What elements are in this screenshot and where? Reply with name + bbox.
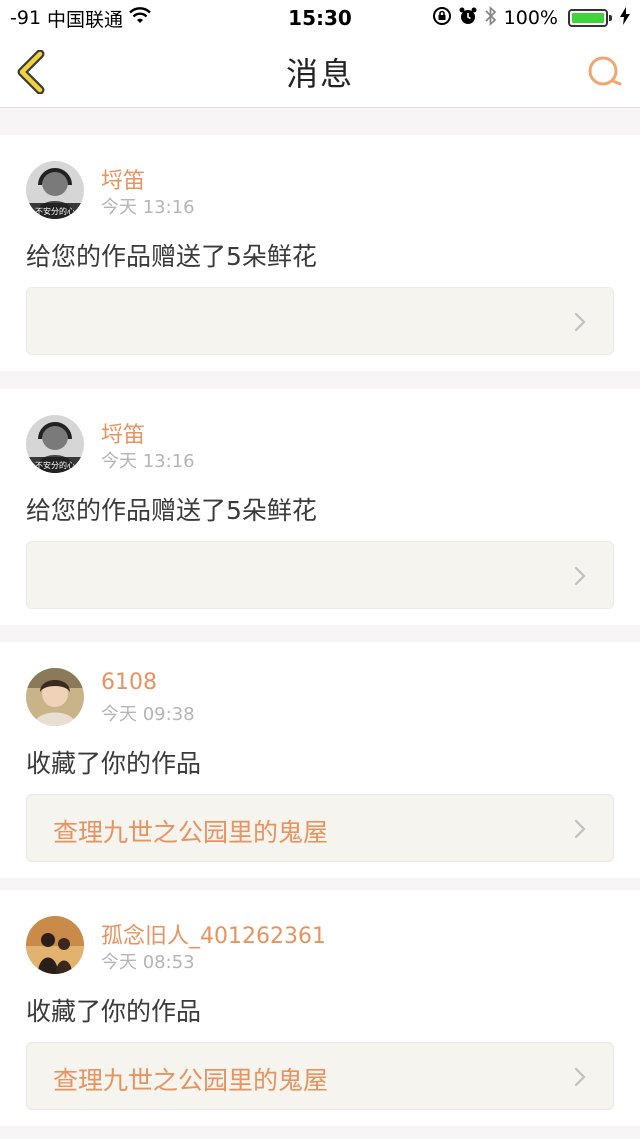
avatar[interactable]: 不安分的心 xyxy=(26,415,84,473)
work-link-box[interactable] xyxy=(26,541,614,609)
wifi-icon xyxy=(129,6,151,30)
battery-fill xyxy=(572,13,604,23)
battery-percent: 100% xyxy=(503,7,558,29)
timestamp: 今天 13:16 xyxy=(101,451,195,472)
orientation-lock-icon xyxy=(432,6,452,31)
status-left: -91 中国联通 xyxy=(10,5,151,32)
timestamp: 今天 08:53 xyxy=(101,952,195,973)
message-card: 孤念旧人_401262361 今天 08:53 收藏了你的作品 查理九世之公园里… xyxy=(0,890,640,1126)
message-card: 不安分的心 埒笛 今天 13:16 给您的作品赠送了5朵鲜花 xyxy=(0,389,640,625)
message-card: 6108 今天 09:38 收藏了你的作品 查理九世之公园里的鬼屋 xyxy=(0,642,640,878)
chevron-right-icon xyxy=(574,1067,586,1087)
nav-bar: 消息 xyxy=(0,36,640,108)
chevron-right-icon xyxy=(574,566,586,586)
message-card: 不安分的心 埒笛 今天 13:16 给您的作品赠送了5朵鲜花 xyxy=(0,135,640,371)
username[interactable]: 埒笛 xyxy=(101,417,145,449)
message-text: 收藏了你的作品 xyxy=(26,749,202,778)
signal-strength: -91 xyxy=(10,7,42,29)
chevron-right-icon xyxy=(574,819,586,839)
back-chevron-icon xyxy=(17,49,45,95)
work-link-box[interactable]: 查理九世之公园里的鬼屋 xyxy=(26,1042,614,1110)
timestamp: 今天 13:16 xyxy=(101,197,195,218)
username[interactable]: 孤念旧人_401262361 xyxy=(101,918,326,950)
message-text: 给您的作品赠送了5朵鲜花 xyxy=(26,496,317,525)
message-text: 给您的作品赠送了5朵鲜花 xyxy=(26,242,317,271)
avatar[interactable] xyxy=(26,916,84,974)
bluetooth-icon xyxy=(484,5,498,32)
search-icon xyxy=(588,56,622,86)
search-button[interactable] xyxy=(586,54,624,92)
charging-icon xyxy=(620,6,630,30)
back-button[interactable] xyxy=(14,49,54,95)
username[interactable]: 埒笛 xyxy=(101,163,145,195)
status-right: 100% xyxy=(432,5,630,32)
chevron-right-icon xyxy=(574,312,586,332)
work-link-text: 查理九世之公园里的鬼屋 xyxy=(53,1066,329,1095)
avatar-caption: 不安分的心 xyxy=(35,206,75,216)
avatar[interactable] xyxy=(26,668,84,726)
username[interactable]: 6108 xyxy=(101,670,157,695)
work-link-text: 查理九世之公园里的鬼屋 xyxy=(53,818,329,847)
battery-icon xyxy=(568,9,612,27)
status-bar: -91 中国联通 15:30 100% xyxy=(0,0,640,36)
carrier-name: 中国联通 xyxy=(47,8,124,31)
work-link-box[interactable] xyxy=(26,287,614,355)
page-title: 消息 xyxy=(285,54,354,93)
avatar[interactable]: 不安分的心 xyxy=(26,161,84,219)
timestamp: 今天 09:38 xyxy=(101,704,195,725)
work-link-box[interactable]: 查理九世之公园里的鬼屋 xyxy=(26,794,614,862)
alarm-icon xyxy=(458,6,478,31)
avatar-caption: 不安分的心 xyxy=(35,460,75,470)
message-text: 收藏了你的作品 xyxy=(26,997,202,1026)
